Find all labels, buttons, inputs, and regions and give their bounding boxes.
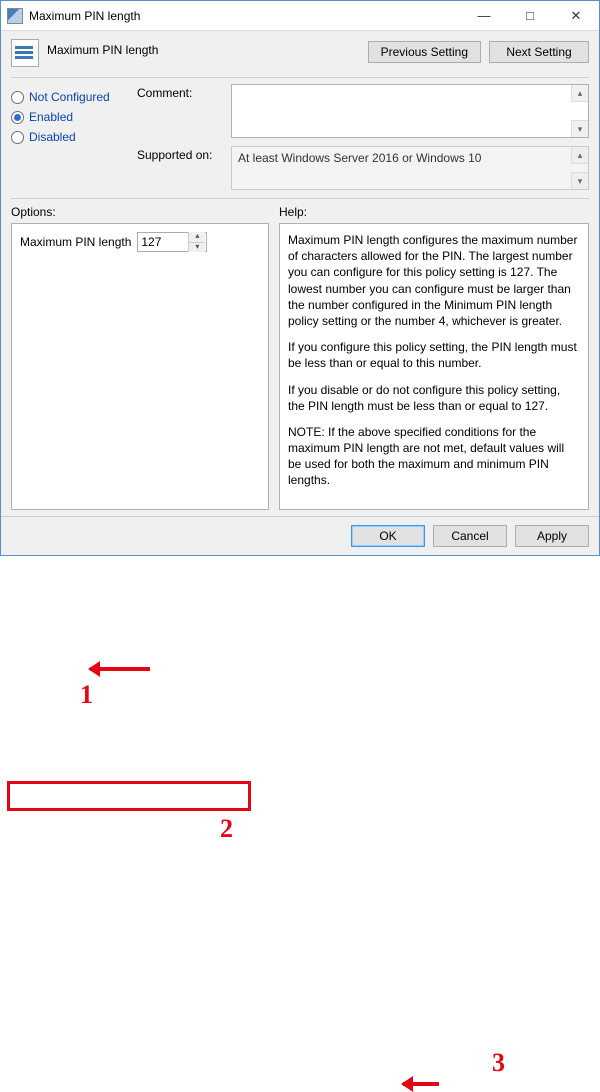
comment-textarea[interactable]: ▴ ▾ [231, 84, 589, 138]
minimize-button[interactable]: ― [461, 1, 507, 31]
close-button[interactable]: ✕ [553, 1, 599, 31]
scroll-down-icon[interactable]: ▾ [571, 120, 588, 137]
radio-icon [11, 111, 24, 124]
option-max-pin-length: Maximum PIN length ▴ ▾ [20, 232, 260, 252]
max-pin-length-spinner[interactable]: ▴ ▾ [137, 232, 207, 252]
option-label: Maximum PIN length [20, 234, 131, 250]
annotation-arrow-icon [403, 1082, 439, 1086]
dialog-footer: OK Cancel Apply [1, 516, 599, 555]
gpo-editor-window: Maximum PIN length ― □ ✕ Maximum PIN len… [0, 0, 600, 556]
annotation-box [7, 781, 251, 811]
config-area: Not Configured Enabled Disabled Comment:… [1, 78, 599, 198]
help-paragraph: NOTE: If the above specified conditions … [288, 424, 580, 489]
supported-row: Supported on: At least Windows Server 20… [137, 146, 589, 190]
help-label: Help: [279, 205, 589, 219]
help-paragraph: Maximum PIN length configures the maximu… [288, 232, 580, 329]
radio-icon [11, 131, 24, 144]
supported-label: Supported on: [137, 146, 223, 162]
supported-on-box: At least Windows Server 2016 or Windows … [231, 146, 589, 190]
radio-label-not-configured: Not Configured [29, 90, 110, 104]
help-paragraph: If you disable or do not configure this … [288, 382, 580, 414]
max-pin-length-input[interactable] [138, 234, 188, 250]
radio-enabled[interactable]: Enabled [11, 110, 137, 124]
next-setting-button[interactable]: Next Setting [489, 41, 589, 63]
scroll-down-icon[interactable]: ▾ [571, 172, 588, 189]
apply-button[interactable]: Apply [515, 525, 589, 547]
window-controls: ― □ ✕ [461, 1, 599, 31]
policy-icon [11, 39, 39, 67]
radio-not-configured[interactable]: Not Configured [11, 90, 137, 104]
policy-title: Maximum PIN length [47, 39, 368, 57]
options-label: Options: [11, 205, 269, 219]
radio-disabled[interactable]: Disabled [11, 130, 137, 144]
cancel-button[interactable]: Cancel [433, 525, 507, 547]
comment-label: Comment: [137, 84, 223, 100]
supported-value: At least Windows Server 2016 or Windows … [238, 151, 481, 165]
options-pane: Maximum PIN length ▴ ▾ [11, 223, 269, 510]
maximize-button[interactable]: □ [507, 1, 553, 31]
scroll-up-icon[interactable]: ▴ [571, 147, 588, 164]
previous-setting-button[interactable]: Previous Setting [368, 41, 481, 63]
annotation-number: 3 [492, 1048, 505, 1078]
ok-button[interactable]: OK [351, 525, 425, 547]
window-title: Maximum PIN length [29, 9, 461, 23]
spin-up-icon[interactable]: ▴ [189, 232, 205, 242]
lower-panes: Options: Maximum PIN length ▴ ▾ Help: [1, 199, 599, 516]
scroll-up-icon[interactable]: ▴ [571, 85, 588, 102]
comment-row: Comment: ▴ ▾ [137, 84, 589, 138]
policy-window-icon [7, 8, 23, 24]
help-pane: Maximum PIN length configures the maximu… [279, 223, 589, 510]
state-radio-group: Not Configured Enabled Disabled [11, 84, 137, 190]
help-paragraph: If you configure this policy setting, th… [288, 339, 580, 371]
radio-label-disabled: Disabled [29, 130, 76, 144]
annotation-number: 1 [80, 680, 93, 710]
spin-down-icon[interactable]: ▾ [189, 242, 205, 252]
radio-label-enabled: Enabled [29, 110, 73, 124]
header-row: Maximum PIN length Previous Setting Next… [1, 31, 599, 77]
titlebar: Maximum PIN length ― □ ✕ [1, 1, 599, 31]
annotation-number: 2 [220, 814, 233, 844]
annotation-arrow-icon [90, 667, 150, 671]
radio-icon [11, 91, 24, 104]
